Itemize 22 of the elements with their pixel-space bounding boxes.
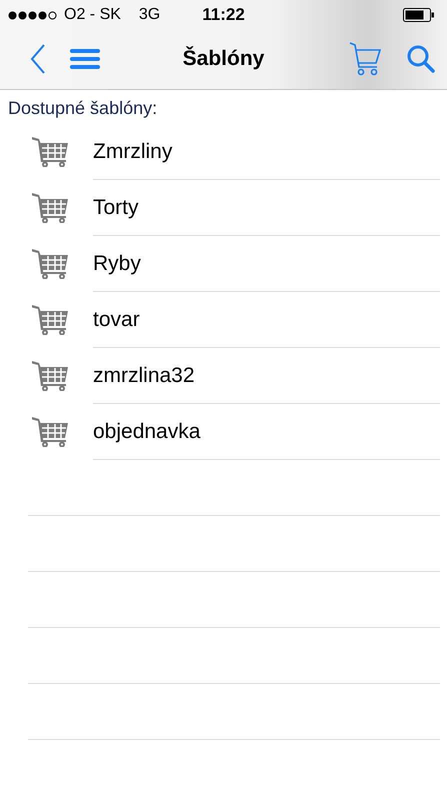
template-item[interactable]: Torty (93, 180, 440, 236)
cart-icon (32, 361, 68, 391)
template-item[interactable]: Zmrzliny (93, 124, 440, 180)
carrier-name: O2 - SK (64, 6, 121, 24)
cart-icon[interactable] (349, 42, 381, 76)
template-item[interactable]: Ryby (93, 236, 440, 292)
battery-icon (403, 8, 435, 22)
screen-title: Šablóny (182, 47, 264, 71)
search-icon[interactable] (407, 45, 435, 73)
cart-icon (32, 249, 68, 279)
section-title: Dostupné šablóny: (7, 97, 158, 119)
network-type: 3G (138, 6, 160, 24)
status-time: 11:22 (202, 5, 245, 25)
back-icon[interactable] (30, 44, 46, 74)
cart-icon (32, 137, 68, 167)
cart-icon (32, 417, 68, 447)
cart-icon (32, 305, 68, 335)
menu-icon[interactable] (70, 48, 100, 70)
template-item[interactable]: zmrzlina32 (93, 348, 440, 404)
template-item[interactable]: objednavka (93, 404, 440, 460)
cart-icon (32, 193, 68, 223)
template-item[interactable]: tovar (93, 292, 440, 348)
